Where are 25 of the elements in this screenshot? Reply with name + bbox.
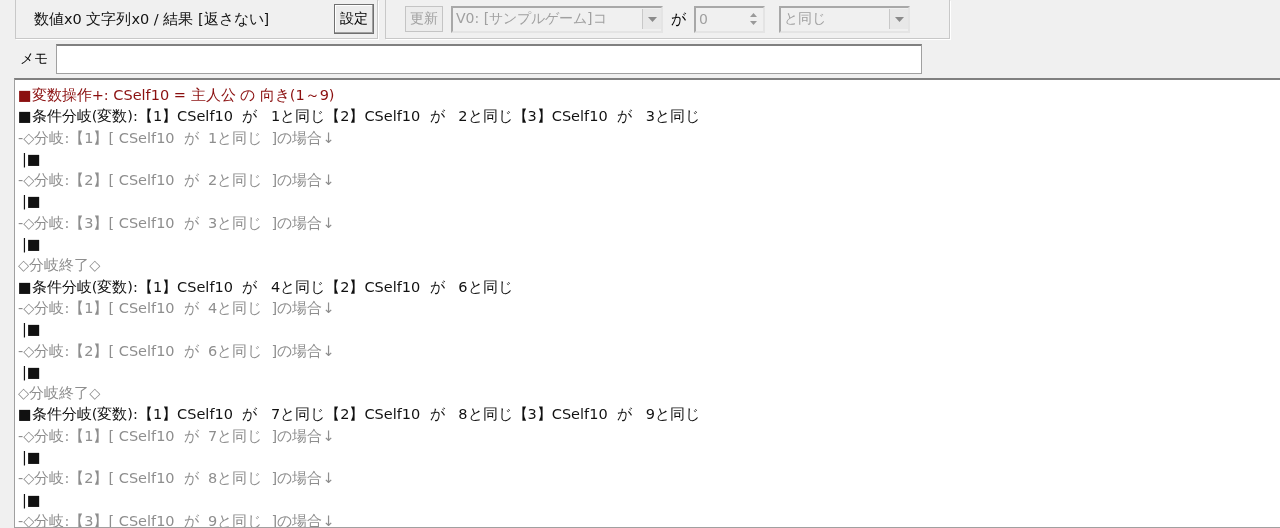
settings-button[interactable]: 設定 [334,4,374,34]
event-command-line[interactable]: |■ [18,148,41,171]
event-command-line[interactable]: |■ [18,319,41,341]
memo-label: メモ [20,50,48,68]
event-command-line[interactable]: |■ [18,361,41,384]
arguments-summary: 数値x0 文字列x0 / 結果 [返さない] [34,9,270,29]
event-command-line[interactable]: ■条件分岐(変数):【1】CSelf10 が 1と同じ【2】CSelf10 が 2と同じ【3】CSelf10 が 3と同じ [18,106,700,128]
event-command-line[interactable]: -◇分岐:【2】[ CSelf10 が 2と同じ ]の場合↓ [18,170,335,192]
event-command-line[interactable]: -◇分岐:【2】[ CSelf10 が 8と同じ ]の場合↓ [18,468,335,490]
memo-field[interactable] [56,44,922,74]
event-command-line[interactable]: -◇分岐:【1】[ CSelf10 が 7と同じ ]の場合↓ [18,425,335,448]
event-command-line[interactable]: -◇分岐:【2】[ CSelf10 が 6と同じ ]の場合↓ [18,340,335,362]
ga-label: が [671,9,686,29]
event-command-line[interactable]: ◇分岐終了◇ [18,383,101,405]
event-command-line[interactable]: -◇分岐:【1】[ CSelf10 が 1と同じ ]の場合↓ [18,127,335,149]
event-command-line[interactable]: |■ [18,234,41,256]
event-command-line[interactable]: -◇分岐:【1】[ CSelf10 が 4と同じ ]の場合↓ [18,297,335,320]
event-command-line[interactable]: |■ [18,489,41,511]
event-command-line[interactable]: ■条件分岐(変数):【1】CSelf10 が 7と同じ【2】CSelf10 が 8と同じ【3】CSelf10 が 9と同じ [18,404,700,426]
event-command-line[interactable]: ■条件分岐(変数):【1】CSelf10 が 4と同じ【2】CSelf10 が 6と同じ [18,276,513,298]
event-command-line[interactable]: |■ [18,447,41,469]
event-command-line[interactable]: -◇分岐:【3】[ CSelf10 が 3と同じ ]の場合↓ [18,212,335,235]
event-command-line[interactable]: ■変数操作+: CSelf10 = 主人公 の 向き(1～9) [18,85,335,107]
event-command-line[interactable]: ◇分岐終了◇ [18,255,101,277]
event-command-line[interactable]: |■ [18,191,41,213]
